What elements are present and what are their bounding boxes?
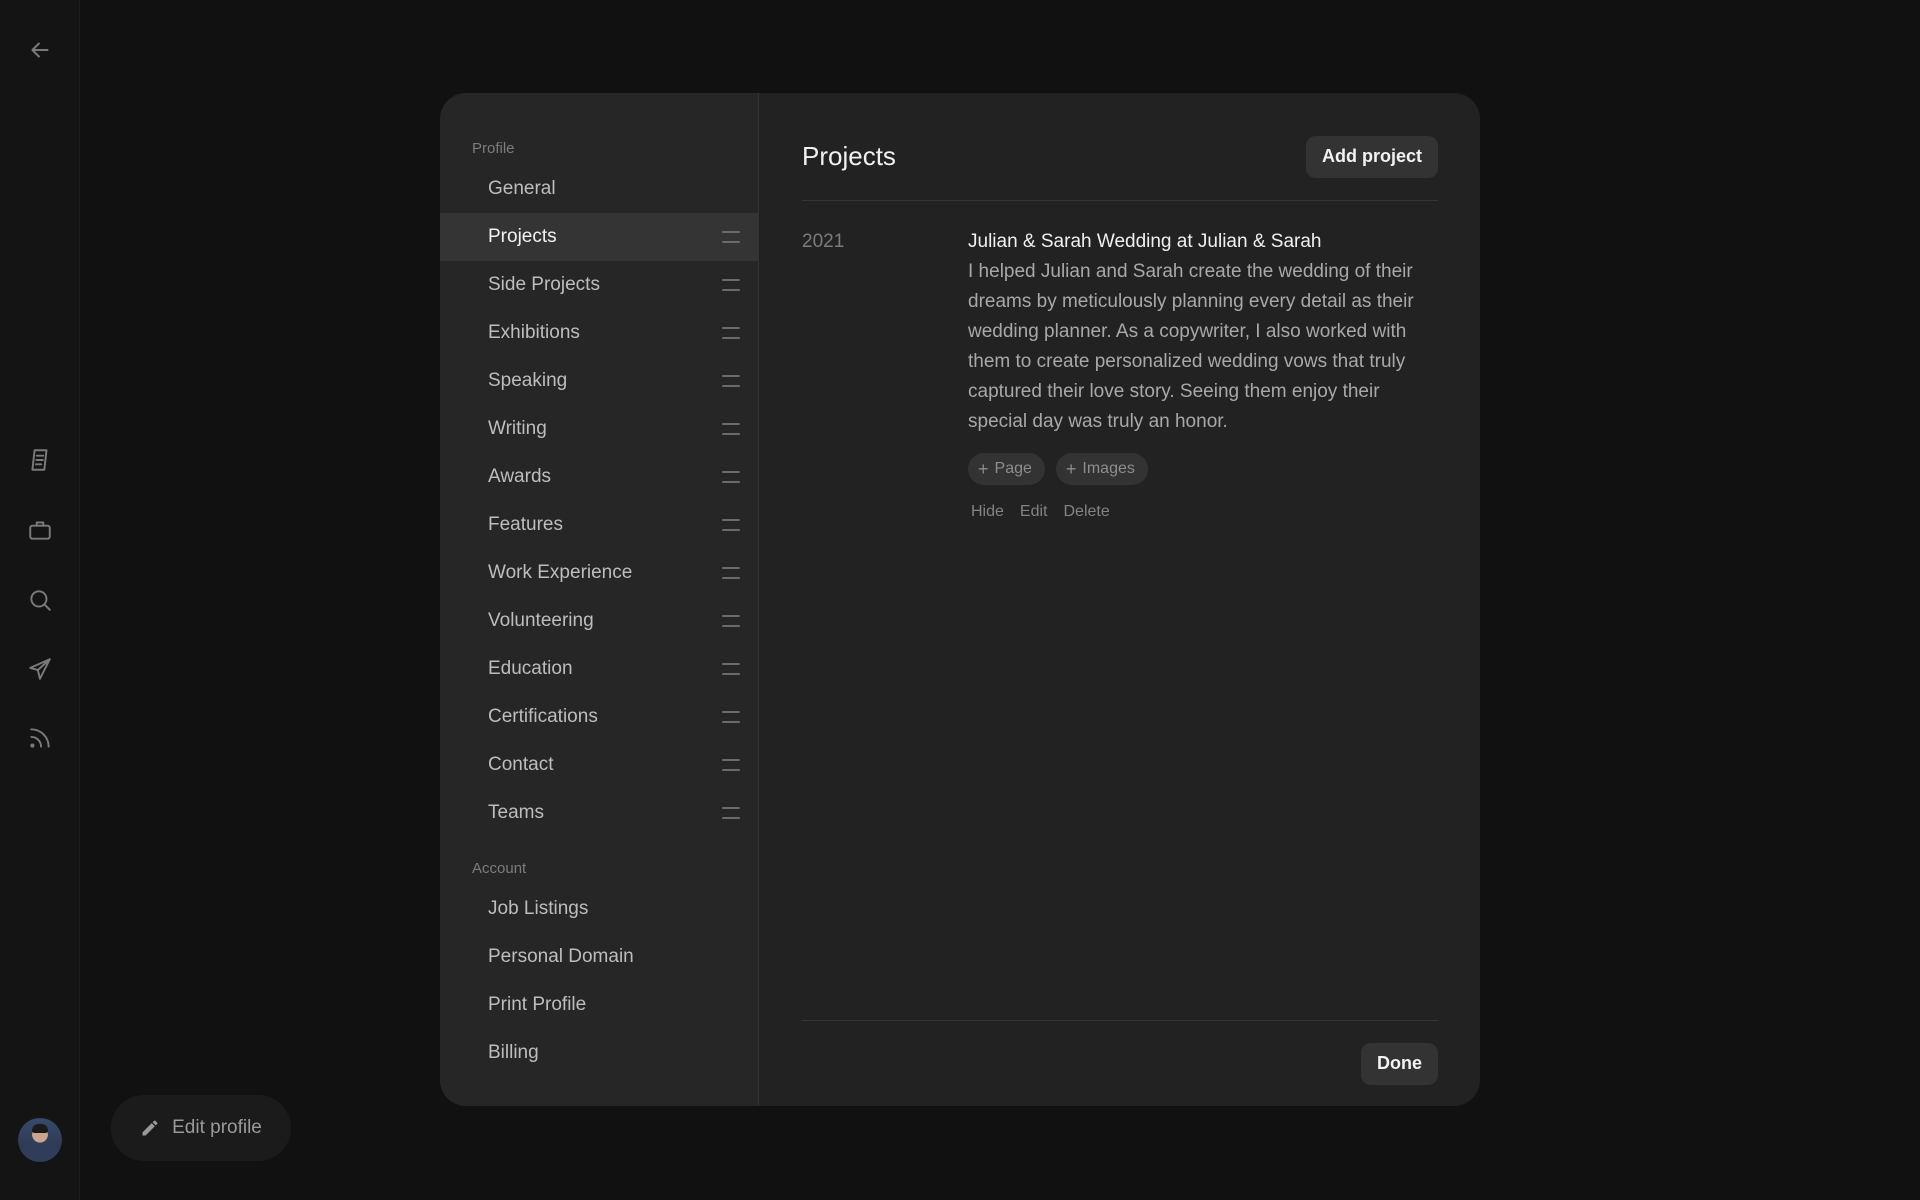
sidebar-item-speaking[interactable]: Speaking — [440, 357, 758, 405]
sidebar-item-certifications[interactable]: Certifications — [440, 693, 758, 741]
sidebar-item-features[interactable]: Features — [440, 501, 758, 549]
rss-icon[interactable] — [24, 722, 56, 754]
drag-handle-icon[interactable] — [722, 807, 740, 819]
sidebar-item-contact[interactable]: Contact — [440, 741, 758, 789]
sidebar-item-label: Awards — [488, 466, 552, 487]
sidebar-item-label: Projects — [488, 226, 557, 247]
sidebar-item-label: Volunteering — [488, 610, 594, 631]
drag-handle-icon[interactable] — [722, 423, 740, 435]
delete-link[interactable]: Delete — [1063, 503, 1109, 521]
sidebar-item-work-experience[interactable]: Work Experience — [440, 549, 758, 597]
project-description: I helped Julian and Sarah create the wed… — [968, 261, 1414, 432]
sidebar-item-exhibitions[interactable]: Exhibitions — [440, 309, 758, 357]
sidebar-item-label: Contact — [488, 754, 554, 775]
sidebar-item-label: General — [488, 178, 556, 199]
sidebar-item-label: Speaking — [488, 370, 568, 391]
sidebar-item-label: Writing — [488, 418, 547, 439]
projects-panel: Projects Add project 2021 Julian & Sarah… — [759, 93, 1480, 1106]
project-year: 2021 — [802, 231, 845, 252]
done-button[interactable]: Done — [1361, 1042, 1438, 1085]
sidebar-item-projects[interactable]: Projects — [440, 213, 758, 261]
sidebar-item-label: Personal Domain — [488, 946, 634, 967]
add-page-chip[interactable]: + Page — [968, 453, 1045, 485]
sidebar-item-general[interactable]: General — [440, 165, 758, 213]
sidebar-item-label: Job Listings — [488, 898, 589, 919]
add-images-chip[interactable]: + Images — [1055, 453, 1148, 485]
plus-icon: + — [978, 459, 989, 479]
left-rail — [0, 0, 80, 1200]
drag-handle-icon[interactable] — [722, 567, 740, 579]
sidebar-item-label: Certifications — [488, 706, 598, 727]
sidebar-item-label: Work Experience — [488, 562, 633, 583]
drag-handle-icon[interactable] — [722, 711, 740, 723]
drag-handle-icon[interactable] — [722, 375, 740, 387]
edit-link[interactable]: Edit — [1020, 503, 1048, 521]
settings-sidebar: Profile General Projects Side Projects Exhi… — [440, 93, 759, 1106]
sidebar-item-billing[interactable]: Billing — [440, 1029, 758, 1077]
sidebar-item-label: Teams — [488, 802, 544, 823]
document-icon[interactable] — [24, 444, 56, 476]
panel-header: Projects Add project — [802, 93, 1438, 201]
sidebar-item-label: Billing — [488, 1042, 539, 1063]
sidebar-item-side-projects[interactable]: Side Projects — [440, 261, 758, 309]
search-icon[interactable] — [24, 584, 56, 616]
hide-link[interactable]: Hide — [971, 503, 1004, 521]
drag-handle-icon[interactable] — [722, 471, 740, 483]
send-icon[interactable] — [24, 653, 56, 685]
drag-handle-icon[interactable] — [722, 663, 740, 675]
sidebar-item-teams[interactable]: Teams — [440, 789, 758, 837]
sidebar-item-awards[interactable]: Awards — [440, 453, 758, 501]
avatar[interactable] — [18, 1118, 62, 1162]
drag-handle-icon[interactable] — [722, 279, 740, 291]
drag-handle-icon[interactable] — [722, 231, 740, 243]
drag-handle-icon[interactable] — [722, 615, 740, 627]
edit-profile-button[interactable]: Edit profile — [111, 1095, 291, 1161]
arrow-left-icon[interactable] — [24, 34, 56, 66]
pencil-icon — [142, 1120, 158, 1136]
sidebar-item-personal-domain[interactable]: Personal Domain — [440, 933, 758, 981]
sidebar-item-label: Side Projects — [488, 274, 600, 295]
panel-footer: Done — [802, 1020, 1438, 1106]
briefcase-icon[interactable] — [24, 514, 56, 546]
project-entry: 2021 Julian & Sarah Wedding at Julian & … — [802, 201, 1438, 521]
sidebar-item-job-listings[interactable]: Job Listings — [440, 885, 758, 933]
sidebar-item-label: Exhibitions — [488, 322, 580, 343]
edit-profile-label: Edit profile — [172, 1117, 262, 1138]
sidebar-item-writing[interactable]: Writing — [440, 405, 758, 453]
section-label-account: Account — [472, 860, 527, 877]
sidebar-item-label: Print Profile — [488, 994, 587, 1015]
drag-handle-icon[interactable] — [722, 759, 740, 771]
page-title: Projects — [802, 141, 896, 171]
sidebar-item-education[interactable]: Education — [440, 645, 758, 693]
section-label-profile: Profile — [472, 140, 515, 157]
sidebar-item-label: Features — [488, 514, 563, 535]
project-title: Julian & Sarah Wedding at Julian & Sarah — [968, 231, 1322, 252]
add-project-button[interactable]: Add project — [1305, 135, 1438, 178]
drag-handle-icon[interactable] — [722, 327, 740, 339]
settings-modal: Profile General Projects Side Projects Exhi… — [440, 93, 1480, 1106]
drag-handle-icon[interactable] — [722, 519, 740, 531]
plus-icon: + — [1065, 459, 1077, 479]
sidebar-item-label: Education — [488, 658, 573, 679]
sidebar-item-print-profile[interactable]: Print Profile — [440, 981, 758, 1029]
sidebar-item-volunteering[interactable]: Volunteering — [440, 597, 758, 645]
